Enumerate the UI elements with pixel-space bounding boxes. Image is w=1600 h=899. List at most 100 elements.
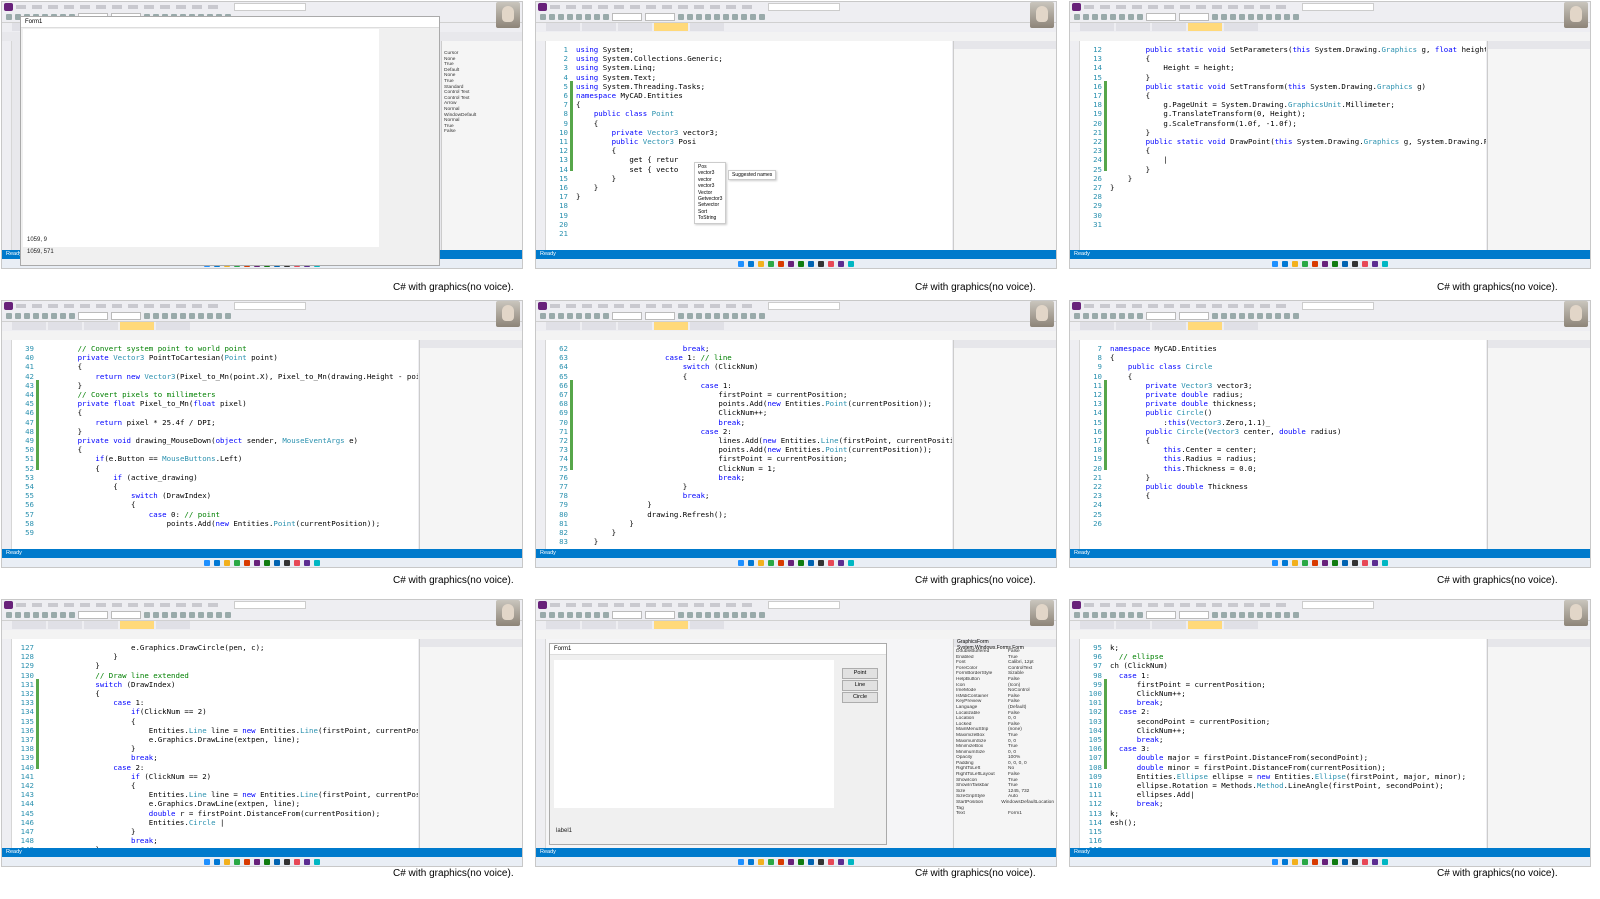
taskbar-app-icon[interactable] [838,858,844,865]
platform-combo[interactable] [1179,312,1209,320]
toolbar-button-icon[interactable] [759,612,765,618]
taskbar-app-icon[interactable] [738,559,744,566]
taskbar-app-icon[interactable] [264,559,270,566]
menu-item[interactable] [192,304,202,308]
taskbar-app-icon[interactable] [758,559,764,566]
toolbar-button-icon[interactable] [732,14,738,20]
document-tab[interactable] [654,322,688,330]
menu-item[interactable] [64,5,74,9]
menu-item[interactable] [598,5,608,9]
menu-item[interactable] [1164,603,1174,607]
toolbar-button-icon[interactable] [1101,14,1107,20]
toolbar-button-icon[interactable] [705,612,711,618]
taskbar-app-icon[interactable] [1342,260,1348,267]
menu-item[interactable] [192,603,202,607]
taskbar-app-icon[interactable] [284,559,290,566]
document-tab[interactable] [1116,23,1150,31]
toolbar-button-icon[interactable] [1284,313,1290,319]
toolbar-button-icon[interactable] [198,612,204,618]
toolbar-button-icon[interactable] [540,14,546,20]
menu-item[interactable] [64,603,74,607]
menu-item[interactable] [614,5,624,9]
configuration-combo[interactable] [1146,13,1176,21]
toolbar-button-icon[interactable] [225,313,231,319]
intellisense-item[interactable]: Setvector [698,202,722,208]
menu-item[interactable] [1164,5,1174,9]
toolbar-button-icon[interactable] [1248,14,1254,20]
taskbar-app-icon[interactable] [838,260,844,267]
toolbar-button-icon[interactable] [6,313,12,319]
toolbar-button-icon[interactable] [1230,612,1236,618]
taskbar-app-icon[interactable] [788,858,794,865]
toolbar-button-icon[interactable] [741,14,747,20]
toolbar-button-icon[interactable] [153,612,159,618]
toolbar-button-icon[interactable] [759,313,765,319]
menu-item[interactable] [1212,5,1222,9]
toolbar-button-icon[interactable] [1239,14,1245,20]
search-box[interactable] [1302,601,1374,609]
menu-item[interactable] [1212,304,1222,308]
toolbar-button-icon[interactable] [567,313,573,319]
toolbar-button-icon[interactable] [1230,14,1236,20]
menu-item[interactable] [176,5,186,9]
document-tab[interactable] [156,621,190,629]
taskbar-app-icon[interactable] [1302,858,1308,865]
document-tab[interactable] [1152,23,1186,31]
menu-item[interactable] [1276,5,1286,9]
toolbar-button-icon[interactable] [1137,14,1143,20]
menu-item[interactable] [1084,304,1094,308]
menu-item[interactable] [112,304,122,308]
toolbar-button-icon[interactable] [1119,313,1125,319]
menu-item[interactable] [1164,304,1174,308]
configuration-combo[interactable] [1146,312,1176,320]
toolbar-button-icon[interactable] [723,313,729,319]
toolbar-button-icon[interactable] [1293,612,1299,618]
taskbar-app-icon[interactable] [818,858,824,865]
toolbar-button-icon[interactable] [1284,612,1290,618]
taskbar-app-icon[interactable] [848,858,854,865]
code-editor[interactable]: 39 40 41 42 43 44 45 46 47 48 49 50 51 52 53 54 55 56 57 58… [12,340,418,549]
taskbar-app-icon[interactable] [1382,260,1388,267]
menu-item[interactable] [550,5,560,9]
toolbar-button-icon[interactable] [594,612,600,618]
menu-item[interactable] [1276,603,1286,607]
document-tab[interactable] [690,322,724,330]
taskbar-app-icon[interactable] [1332,858,1338,865]
toolbar-button-icon[interactable] [1212,313,1218,319]
platform-combo[interactable] [645,611,675,619]
toolbar-button-icon[interactable] [567,612,573,618]
taskbar-app-icon[interactable] [234,858,240,865]
menu-item[interactable] [1148,5,1158,9]
menu-item[interactable] [1148,603,1158,607]
toolbar-button-icon[interactable] [678,313,684,319]
menu-item[interactable] [566,304,576,308]
taskbar-app-icon[interactable] [1372,559,1378,566]
menu-item[interactable] [1100,5,1110,9]
toolbar-button-icon[interactable] [1137,612,1143,618]
configuration-combo[interactable] [612,13,642,21]
toolbar-button-icon[interactable] [42,313,48,319]
menu-item[interactable] [1196,304,1206,308]
taskbar-app-icon[interactable] [1362,260,1368,267]
toolbar-button-icon[interactable] [549,313,555,319]
taskbar-app-icon[interactable] [828,858,834,865]
menu-item[interactable] [742,603,752,607]
toolbar-button-icon[interactable] [1101,313,1107,319]
taskbar-app-icon[interactable] [214,559,220,566]
menu-item[interactable] [742,304,752,308]
taskbar-app-icon[interactable] [808,260,814,267]
menu-item[interactable] [48,304,58,308]
menu-item[interactable] [630,304,640,308]
taskbar-app-icon[interactable] [314,559,320,566]
taskbar-app-icon[interactable] [1272,858,1278,865]
taskbar-app-icon[interactable] [848,260,854,267]
menu-item[interactable] [1244,5,1254,9]
taskbar-app-icon[interactable] [284,858,290,865]
taskbar-app-icon[interactable] [818,260,824,267]
taskbar-app-icon[interactable] [828,559,834,566]
taskbar-app-icon[interactable] [798,858,804,865]
toolbar-button-icon[interactable] [1275,612,1281,618]
search-box[interactable] [234,302,306,310]
code-editor[interactable]: 12 13 14 15 16 17 18 19 20 21 22 23 24 25 26 27 28 29 30 31… [1080,41,1486,250]
toolbar-button-icon[interactable] [60,313,66,319]
